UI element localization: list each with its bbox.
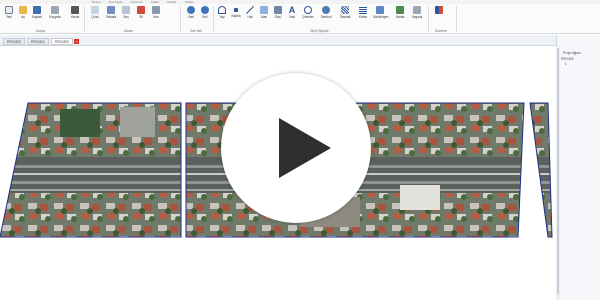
cut-button[interactable]: Kes (149, 6, 163, 19)
area-button[interactable]: Alan (257, 6, 271, 19)
ribbon-separator (180, 6, 181, 32)
hatch-icon (341, 6, 349, 14)
numeric-icon (413, 6, 421, 14)
line-icon (246, 6, 254, 14)
play-button[interactable] (221, 73, 371, 223)
cut-icon (152, 6, 160, 14)
numeric-button[interactable]: Sayısal (410, 6, 424, 19)
draw-button[interactable]: Çizici (88, 6, 102, 19)
grid-button[interactable]: Kafes (356, 6, 370, 19)
group-label-duzen: Düzen (124, 29, 134, 33)
copy-button[interactable]: Kopyala (48, 6, 62, 19)
rectangle-icon (376, 6, 384, 14)
scrollbar-thumb[interactable] (557, 48, 559, 294)
document-tabs: PROJE3 PROJE4 PROJE5 × (0, 35, 556, 46)
point-icon (234, 8, 238, 12)
open-button[interactable]: Aç (16, 6, 30, 19)
layer-button[interactable]: Tabaka (104, 6, 118, 19)
circle-button[interactable]: Çember (301, 6, 315, 19)
print-button[interactable]: Yazdır (68, 6, 82, 19)
circle-icon (304, 6, 312, 14)
group-label-geri-ileri: Geri İleri (190, 29, 203, 33)
ribbon-separator (428, 6, 429, 32)
project-tree-panel: Proje Ağacı PROJE5 1 (556, 35, 600, 300)
select-button[interactable]: Seç (119, 6, 133, 19)
edit-tools[interactable] (432, 6, 446, 14)
hatch-button[interactable]: Tarama (338, 6, 352, 19)
text-icon: A (288, 5, 296, 15)
map-icon (396, 6, 404, 14)
group-label-duzenle: Düzenle (435, 29, 447, 33)
measure-icon (274, 6, 282, 14)
open-folder-icon (19, 6, 27, 14)
symbol-button[interactable]: Sembol (319, 6, 333, 19)
point-button[interactable]: Noktla (229, 6, 243, 18)
close-icon[interactable]: × (74, 39, 79, 44)
rectangle-button[interactable]: Dikdörtgen (373, 6, 388, 19)
tree-item[interactable]: 1 (561, 62, 573, 67)
panel-title: Proje Ağacı (563, 51, 581, 55)
symbol-icon (322, 6, 330, 14)
tab-proje3[interactable]: PROJE3 (3, 38, 25, 45)
grid-icon (359, 6, 367, 14)
save-button[interactable]: Kaydet (30, 6, 44, 19)
new-file-icon (5, 6, 13, 14)
undo-icon (187, 6, 195, 14)
group-label-olcu-olcumu: Ölçü Ölçümü (310, 29, 329, 33)
layers-icon (107, 6, 115, 14)
line-button[interactable]: Hat (243, 6, 257, 19)
tab-proje5[interactable]: PROJE5 (51, 38, 73, 45)
play-icon (279, 118, 331, 178)
arc-icon (218, 6, 226, 14)
save-icon (33, 6, 41, 14)
copy-icon (51, 6, 59, 14)
project-tree: PROJE5 1 (561, 57, 573, 67)
map-button[interactable]: Harita (393, 6, 407, 19)
tree-item[interactable]: PROJE5 (561, 57, 573, 62)
group-label-dosya: Dosya (36, 29, 46, 33)
measure-button[interactable]: Ölçü (271, 6, 285, 19)
ribbon-separator (213, 6, 214, 32)
ribbon: Yeni Aç Kaydet Kopyala Yazdır Dosya Çizi… (0, 4, 600, 34)
text-button[interactable]: A Yazı (285, 5, 299, 20)
new-button[interactable]: Yeni (2, 6, 16, 19)
pen-icon (91, 6, 99, 14)
ribbon-separator (456, 6, 457, 32)
undo-button[interactable]: Geri (184, 6, 198, 19)
redo-button[interactable]: İleri (198, 6, 212, 19)
edit-tools-icon (435, 6, 443, 14)
print-icon (71, 6, 79, 14)
redo-icon (201, 6, 209, 14)
arc-button[interactable]: Yay (215, 6, 229, 19)
select-icon (122, 6, 130, 14)
ribbon-separator (84, 6, 85, 32)
delete-icon (137, 6, 145, 14)
tab-proje4[interactable]: PROJE4 (27, 38, 49, 45)
delete-button[interactable]: Sil (134, 6, 148, 19)
area-icon (260, 6, 268, 14)
